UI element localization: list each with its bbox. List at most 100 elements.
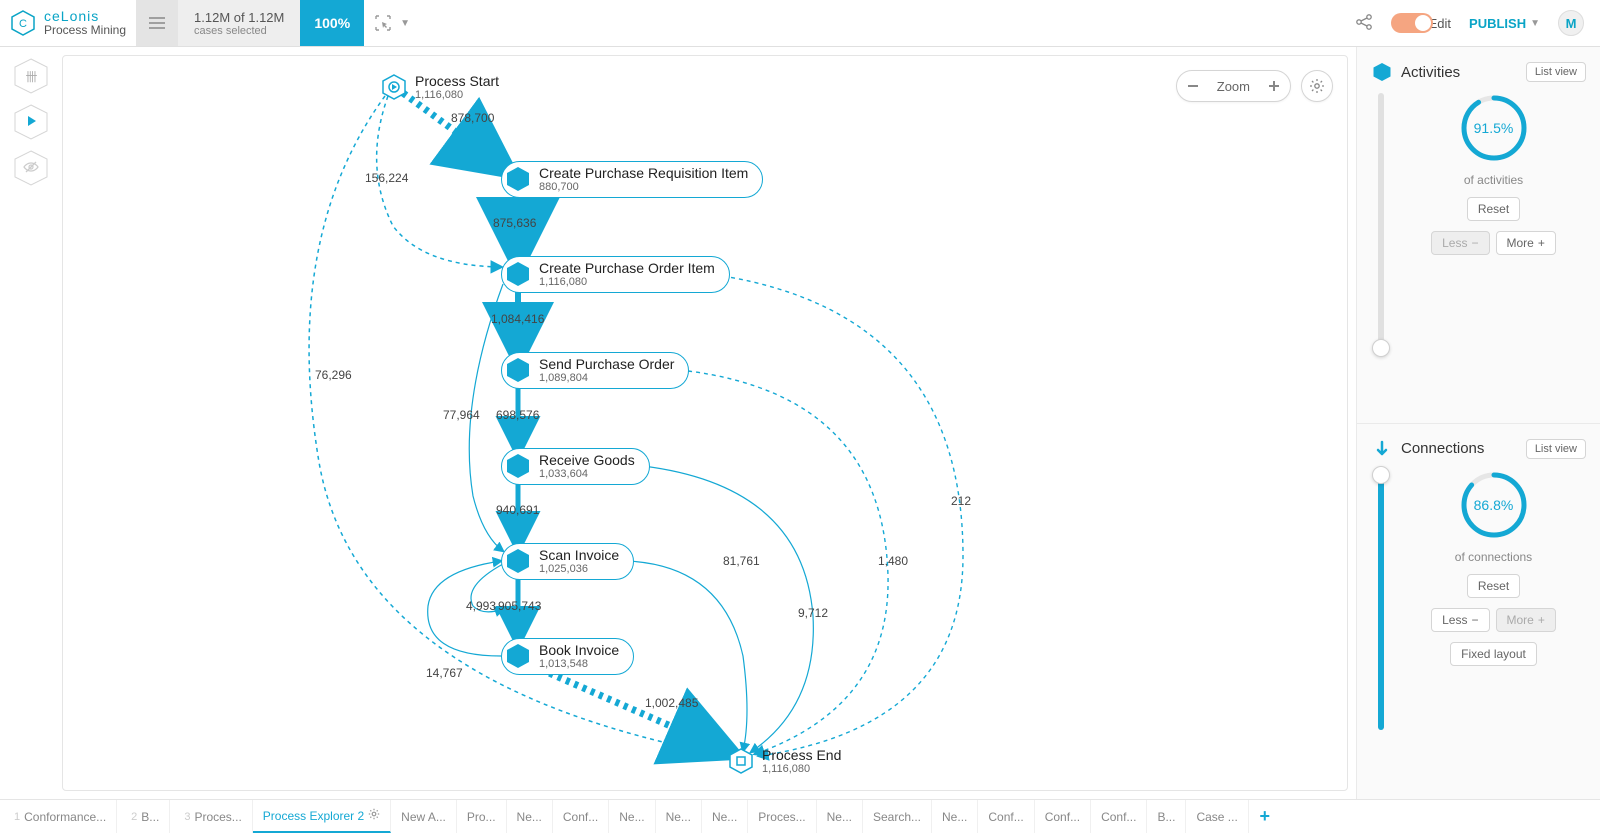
hexagon-icon (505, 548, 531, 574)
publish-button[interactable]: PUBLISH ▼ (1469, 16, 1540, 31)
hexagon-start-icon (381, 74, 407, 100)
tab[interactable]: New A... (391, 800, 457, 833)
arrow-down-icon (1371, 438, 1393, 460)
node-send-order[interactable]: Send Purchase Order1,089,804 (501, 352, 689, 389)
tab[interactable]: Conf... (1091, 800, 1147, 833)
node-create-requisition[interactable]: Create Purchase Requisition Item880,700 (501, 161, 763, 198)
zoom-control: Zoom (1176, 70, 1291, 102)
tab[interactable]: Conf... (553, 800, 609, 833)
add-tab-button[interactable]: + (1249, 800, 1281, 833)
zoom-out-button[interactable] (1181, 74, 1205, 98)
activities-slider[interactable] (1373, 93, 1389, 353)
zoom-label: Zoom (1205, 79, 1262, 94)
hexagon-icon (505, 261, 531, 287)
tab[interactable]: Ne... (932, 800, 978, 833)
activities-less-button[interactable]: Less − (1431, 231, 1489, 255)
chevron-down-icon: ▼ (1530, 18, 1540, 29)
logo-subtitle: Process Mining (44, 24, 126, 37)
selection-tool[interactable]: ▼ (364, 0, 420, 46)
edge-label: 14,767 (426, 666, 463, 680)
connections-panel: Connections List view 86.8% of connectio… (1357, 423, 1600, 800)
svg-text:C: C (19, 18, 27, 30)
edge-label: 9,712 (798, 606, 828, 620)
edge-label: 698,576 (496, 408, 539, 422)
node-receive-goods[interactable]: Receive Goods1,033,604 (501, 448, 650, 485)
minus-icon: − (1471, 236, 1478, 250)
tab[interactable]: Ne... (609, 800, 655, 833)
node-process-end[interactable]: Process End1,116,080 (728, 744, 841, 778)
hexagon-icon (505, 166, 531, 192)
play-icon (24, 114, 38, 131)
edge-label: 76,296 (315, 368, 352, 382)
hamburger-button[interactable] (136, 0, 178, 46)
tab[interactable]: Ne... (817, 800, 863, 833)
connections-title: Connections (1401, 440, 1518, 457)
node-book-invoice[interactable]: Book Invoice1,013,548 (501, 638, 634, 675)
hexagon-icon (505, 453, 531, 479)
cases-main: 1.12M of 1.12M (194, 10, 284, 25)
activities-panel: Activities List view 91.5% of activities (1357, 47, 1600, 423)
eye-off-icon (23, 159, 39, 178)
sheet-tabs: 1Conformance...2B...3Proces...Process Ex… (0, 799, 1600, 833)
edge-label: 1,480 (878, 554, 908, 568)
tab[interactable]: Ne... (656, 800, 702, 833)
logo-brand: ceLonis (44, 9, 126, 24)
minus-icon (1187, 80, 1199, 92)
play-button[interactable] (12, 103, 50, 141)
plus-icon: + (1538, 613, 1545, 627)
connections-less-button[interactable]: Less − (1431, 608, 1489, 632)
connections-reset-button[interactable]: Reset (1467, 574, 1520, 598)
tab[interactable]: Search... (863, 800, 932, 833)
gear-icon (1309, 78, 1325, 94)
canvas-settings-button[interactable] (1301, 70, 1333, 102)
connections-of-label: of connections (1455, 550, 1532, 564)
activities-of-label: of activities (1464, 173, 1523, 187)
tab[interactable]: Case ... (1186, 800, 1248, 833)
tab[interactable]: Conf... (978, 800, 1034, 833)
edge-label: 156,224 (365, 171, 408, 185)
share-icon (1355, 13, 1373, 31)
tallies-button[interactable]: 卌 (12, 57, 50, 95)
fixed-layout-button[interactable]: Fixed layout (1450, 642, 1537, 666)
activities-reset-button[interactable]: Reset (1467, 197, 1520, 221)
node-process-start[interactable]: Process Start1,116,080 (381, 70, 499, 104)
node-create-order[interactable]: Create Purchase Order Item1,116,080 (501, 256, 730, 293)
right-panel: Activities List view 91.5% of activities (1356, 47, 1600, 799)
connections-percent-ring: 86.8% (1459, 470, 1529, 540)
cases-percent[interactable]: 100% (300, 0, 364, 46)
tab[interactable]: Pro... (457, 800, 507, 833)
eye-off-button[interactable] (12, 149, 50, 187)
tab[interactable]: 2B... (117, 800, 170, 833)
activities-title: Activities (1401, 64, 1518, 81)
connections-slider[interactable] (1373, 470, 1389, 730)
tab[interactable]: B... (1147, 800, 1186, 833)
tab[interactable]: Conf... (1035, 800, 1091, 833)
process-canvas[interactable]: Zoom (62, 55, 1348, 791)
selection-icon (374, 14, 392, 32)
connections-list-view-button[interactable]: List view (1526, 439, 1586, 459)
cases-selected-display[interactable]: 1.12M of 1.12M cases selected (178, 0, 300, 46)
connections-more-button[interactable]: More + (1496, 608, 1556, 632)
activities-more-button[interactable]: More + (1496, 231, 1556, 255)
plus-icon: + (1538, 236, 1545, 250)
edge-label: 212 (951, 494, 971, 508)
tab[interactable]: Ne... (507, 800, 553, 833)
node-scan-invoice[interactable]: Scan Invoice1,025,036 (501, 543, 634, 580)
edge-label: 905,743 (498, 599, 541, 613)
edit-toggle[interactable] (1391, 13, 1433, 33)
activities-list-view-button[interactable]: List view (1526, 62, 1586, 82)
edge-label: 81,761 (723, 554, 760, 568)
zoom-in-button[interactable] (1262, 74, 1286, 98)
tab[interactable]: 3Proces... (170, 800, 252, 833)
tab[interactable]: Proces... (748, 800, 816, 833)
tallies-icon: 卌 (25, 68, 36, 85)
tab[interactable]: Process Explorer 2 (253, 800, 391, 833)
avatar[interactable]: M (1558, 10, 1584, 36)
tab[interactable]: 1Conformance... (0, 800, 117, 833)
edge-label: 940,691 (496, 503, 539, 517)
hexagon-icon (505, 357, 531, 383)
share-button[interactable] (1355, 13, 1373, 34)
hexagon-icon (505, 643, 531, 669)
logo[interactable]: C ceLonis Process Mining (0, 0, 136, 46)
tab[interactable]: Ne... (702, 800, 748, 833)
